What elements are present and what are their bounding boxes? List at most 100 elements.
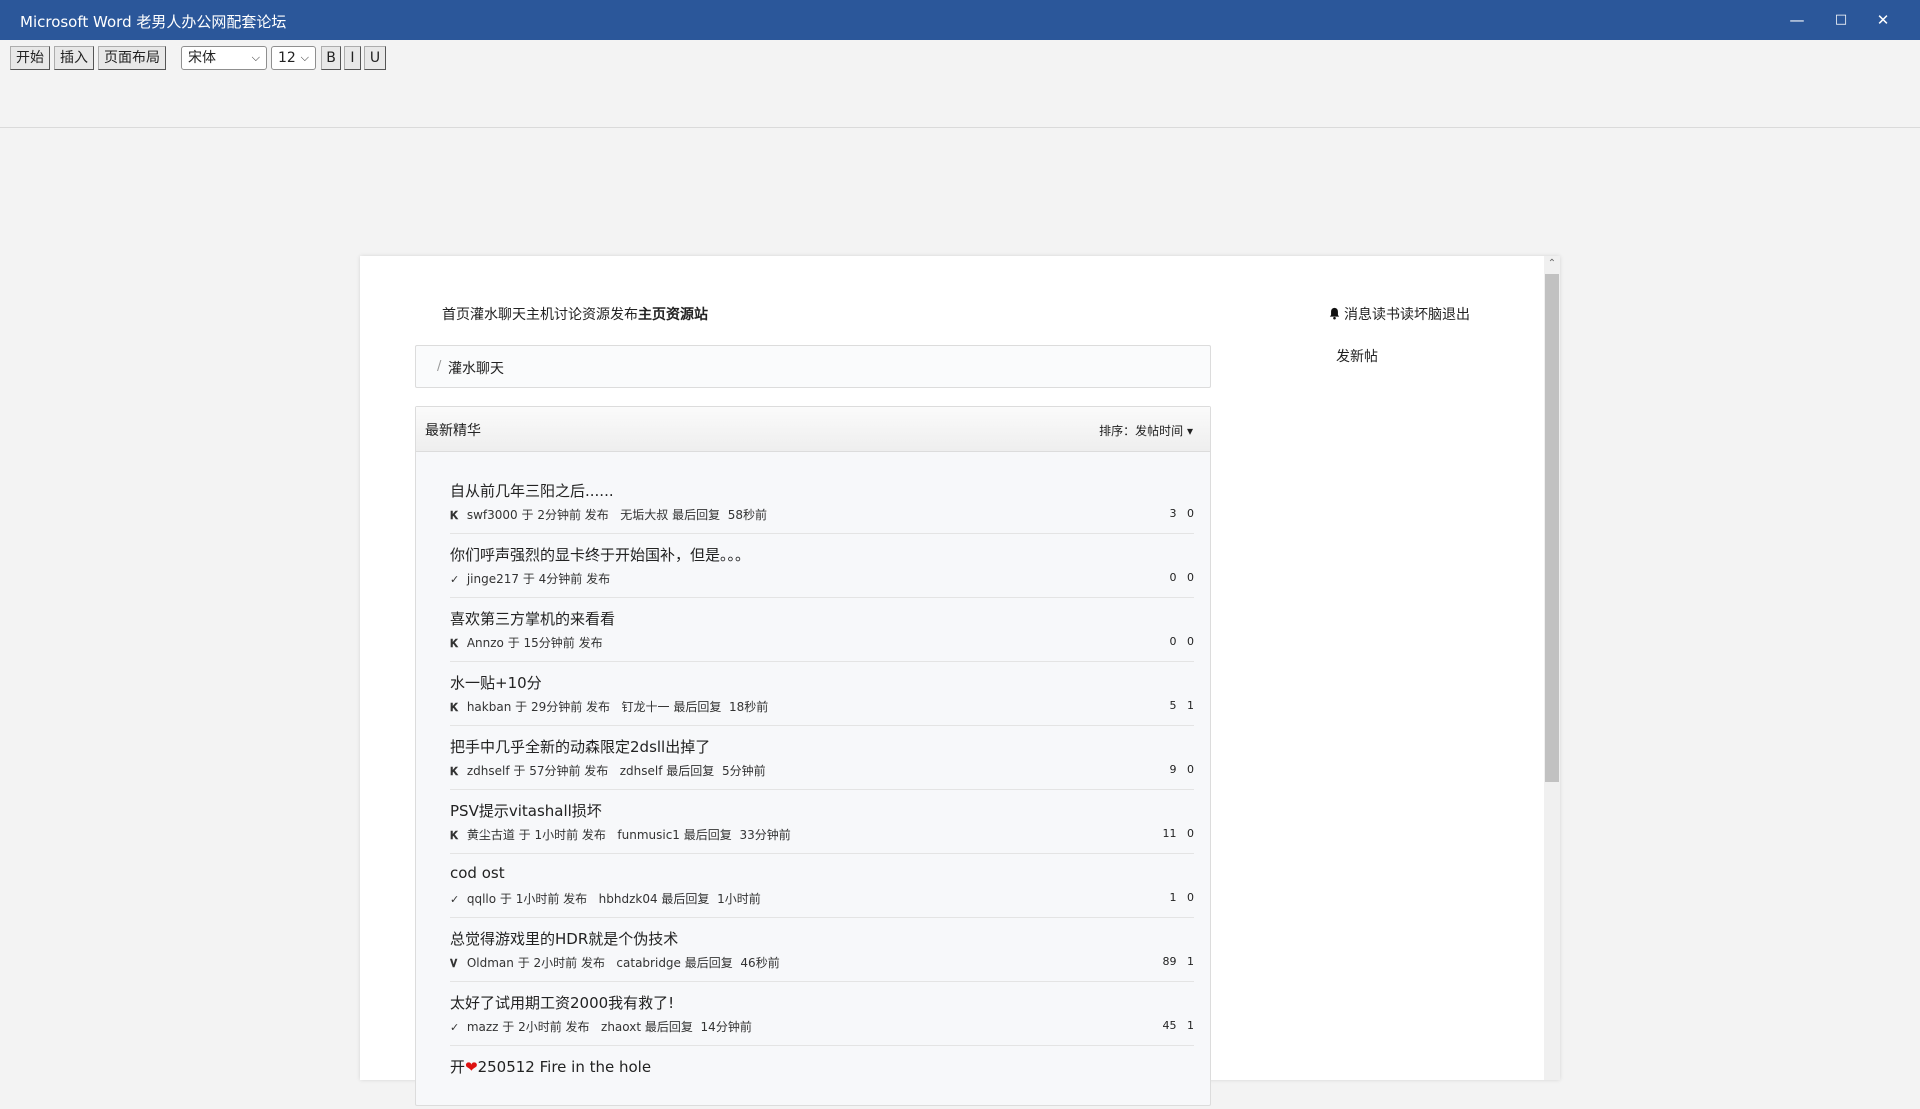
author-link[interactable]: swf3000 [467, 508, 518, 522]
scrollbar-thumb[interactable] [1545, 274, 1559, 782]
thread-counts: 45 1 [1163, 1019, 1195, 1032]
italic-button[interactable]: I [344, 46, 361, 70]
scroll-up-icon[interactable]: ⌃ [1544, 256, 1560, 272]
last-reply-user[interactable]: 钉龙十一 [622, 700, 670, 714]
tab-page-layout[interactable]: 页面布局 [98, 46, 166, 70]
posted-time: 于 1小时前 发布 [499, 892, 588, 906]
maximize-button[interactable]: □ [1820, 0, 1862, 40]
title-prefix: 开 [450, 1058, 466, 1076]
thread-title[interactable]: 喜欢第三方掌机的来看看 [450, 608, 615, 629]
author-link[interactable]: 黄尘古道 [467, 828, 515, 842]
last-reply-time: 46秒前 [740, 956, 780, 970]
nav-main[interactable]: 主页 [638, 307, 666, 323]
thread-title[interactable]: cod ost [450, 864, 505, 882]
user-badge-icon: 𝐊 [450, 509, 459, 522]
thread-counts: 9 0 [1170, 763, 1195, 776]
tab-home[interactable]: 开始 [10, 46, 50, 70]
last-reply-user[interactable]: catabridge [616, 956, 681, 970]
nav-home[interactable]: 首页 [442, 307, 470, 323]
like-count: 0 [1187, 763, 1194, 776]
breadcrumb-current[interactable]: 灌水聊天 [448, 358, 504, 378]
reply-count: 89 [1162, 955, 1177, 968]
list-item[interactable]: 喜欢第三方掌机的来看看 𝐊 Annzo 于 15分钟前 发布 0 0 [450, 598, 1194, 662]
author-link[interactable]: hakban [467, 700, 511, 714]
bold-button[interactable]: B [321, 46, 341, 70]
minimize-button[interactable]: — [1776, 0, 1818, 40]
user-badge-icon: ✓ [450, 1021, 460, 1034]
list-item[interactable]: 太好了试用期工资2000我有救了! ✓ mazz 于 2小时前 发布 zhaox… [450, 982, 1194, 1046]
last-reply-time: 58秒前 [727, 508, 767, 522]
like-count: 1 [1187, 699, 1194, 712]
last-reply-time: 1小时前 [717, 892, 761, 906]
last-reply-user[interactable]: 无垢大叔 [620, 508, 668, 522]
author-link[interactable]: jinge217 [467, 572, 519, 586]
posted-time: 于 2小时前 发布 [502, 1020, 590, 1034]
last-reply-user[interactable]: zdhself [620, 764, 663, 778]
last-reply-user[interactable]: hbhdzk04 [599, 892, 658, 906]
messages-link[interactable]: 消息 [1344, 307, 1372, 323]
thread-meta: 𝐊 swf3000 于 2分钟前 发布 无垢大叔 最后回复 58秒前 [450, 506, 767, 523]
last-reply-user[interactable]: funmusic1 [617, 828, 680, 842]
underline-button[interactable]: U [364, 46, 386, 70]
last-reply-label: 最后回复 [666, 764, 715, 778]
thread-title[interactable]: 总觉得游戏里的HDR就是个伪技术 [450, 928, 678, 949]
thread-title[interactable]: 水一贴+10分 [450, 672, 542, 693]
last-reply-label: 最后回复 [683, 828, 732, 842]
nav-chat[interactable]: 灌水聊天 [470, 307, 526, 323]
font-size-select[interactable]: 12 ⌵ [271, 46, 316, 70]
posted-time: 于 15分钟前 发布 [507, 636, 603, 650]
reply-count: 0 [1169, 571, 1177, 584]
forum-nav: 首页灌水聊天主机讨论资源发布主页资源站 [442, 304, 708, 324]
list-item[interactable]: 把手中几乎全新的动森限定2dsll出掉了 𝐊 zdhself 于 57分钟前 发… [450, 726, 1194, 790]
bell-icon[interactable] [1328, 307, 1341, 320]
last-reply-user[interactable]: zhaoxt [601, 1020, 641, 1034]
username-link[interactable]: 读书读坏脑 [1372, 307, 1442, 323]
breadcrumb: / 灌水聊天 [415, 345, 1211, 388]
thread-title[interactable]: 自从前几年三阳之后...... [450, 480, 614, 501]
thread-title[interactable]: 你们呼声强烈的显卡终于开始国补，但是。。。 [450, 544, 750, 565]
like-count: 1 [1187, 955, 1194, 968]
thread-list: 最新精华 排序：发帖时间 ▾ 自从前几年三阳之后...... 𝐊 swf3000… [415, 406, 1211, 1106]
list-item[interactable]: cod ost ✓ qqllo 于 1小时前 发布 hbhdzk04 最后回复 … [450, 854, 1194, 918]
last-reply-time: 5分钟前 [721, 764, 766, 778]
posted-time: 于 29分钟前 发布 [515, 700, 611, 714]
list-item[interactable]: 你们呼声强烈的显卡终于开始国补，但是。。。 ✓ jinge217 于 4分钟前 … [450, 534, 1194, 598]
thread-counts: 89 1 [1163, 955, 1195, 968]
logout-link[interactable]: 退出 [1442, 307, 1470, 323]
thread-title[interactable]: PSV提示vitashall损坏 [450, 800, 602, 821]
ribbon: 开始 插入 页面布局 宋体 ⌵ 12 ⌵ B I U [0, 40, 1920, 128]
author-link[interactable]: qqllo [467, 892, 496, 906]
author-link[interactable]: mazz [467, 1020, 499, 1034]
window-title: Microsoft Word 老男人办公网配套论坛 [20, 13, 287, 31]
sort-dropdown[interactable]: 排序：发帖时间 ▾ [1099, 422, 1193, 439]
scrollbar[interactable]: ⌃ [1544, 256, 1560, 1080]
list-item[interactable]: 自从前几年三阳之后...... 𝐊 swf3000 于 2分钟前 发布 无垢大叔… [450, 470, 1194, 534]
list-item[interactable]: 开❤250512 Fire in the hole [450, 1046, 1194, 1109]
list-item[interactable]: 水一贴+10分 𝐊 hakban 于 29分钟前 发布 钉龙十一 最后回复 18… [450, 662, 1194, 726]
reply-count: 11 [1162, 827, 1177, 840]
new-post-button[interactable]: 发新帖 [1336, 346, 1378, 366]
font-select[interactable]: 宋体 ⌵ [181, 46, 267, 70]
author-link[interactable]: zdhself [467, 764, 510, 778]
nav-resources[interactable]: 资源发布 [582, 307, 638, 323]
thread-counts: 1 0 [1170, 891, 1195, 904]
last-reply-label: 最后回复 [644, 1020, 693, 1034]
author-link[interactable]: Oldman [467, 956, 514, 970]
posted-time: 于 57分钟前 发布 [513, 764, 609, 778]
tab-insert[interactable]: 插入 [54, 46, 94, 70]
thread-title[interactable]: 把手中几乎全新的动森限定2dsll出掉了 [450, 736, 710, 757]
title-suffix: 250512 Fire in the hole [477, 1058, 652, 1076]
posted-time: 于 2分钟前 发布 [521, 508, 609, 522]
thread-title[interactable]: 太好了试用期工资2000我有救了! [450, 992, 674, 1013]
list-item[interactable]: 总觉得游戏里的HDR就是个伪技术 𝐕 Oldman 于 2小时前 发布 cata… [450, 918, 1194, 982]
author-link[interactable]: Annzo [467, 636, 504, 650]
user-badge-icon: 𝐊 [450, 637, 459, 650]
thread-meta: 𝐊 Annzo 于 15分钟前 发布 [450, 634, 603, 651]
nav-host[interactable]: 主机讨论 [526, 307, 582, 323]
list-item[interactable]: PSV提示vitashall损坏 𝐊 黄尘古道 于 1小时前 发布 funmus… [450, 790, 1194, 854]
thread-meta: 𝐕 Oldman 于 2小时前 发布 catabridge 最后回复 46秒前 [450, 954, 780, 971]
last-reply-label: 最后回复 [672, 508, 721, 522]
close-button[interactable]: ✕ [1862, 0, 1904, 40]
nav-resource-site[interactable]: 资源站 [666, 307, 708, 323]
thread-title[interactable]: 开❤250512 Fire in the hole [450, 1056, 651, 1077]
